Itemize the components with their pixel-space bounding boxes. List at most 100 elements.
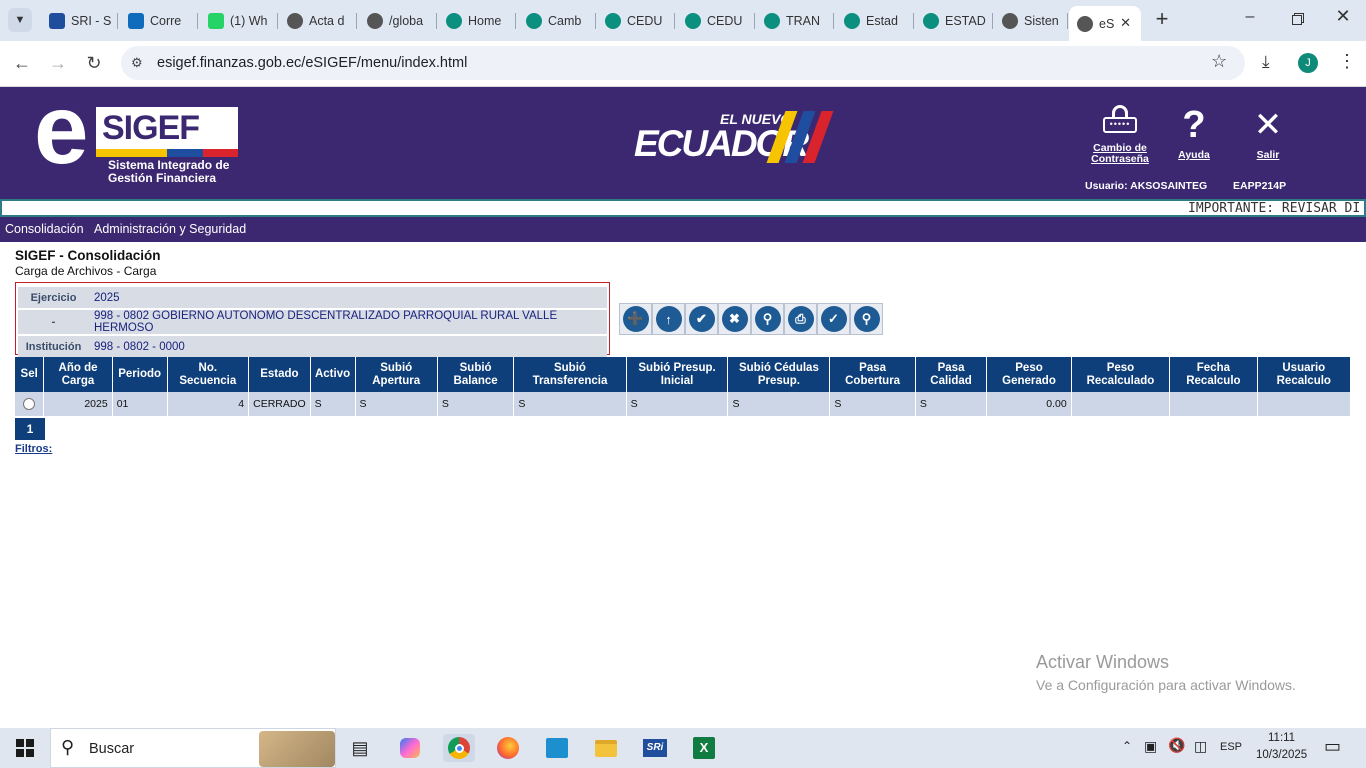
copilot-icon[interactable] (394, 734, 426, 762)
close-window-button[interactable]: ✕ (1326, 6, 1360, 32)
browser-tab[interactable]: CEDU (677, 6, 755, 35)
clock-time[interactable]: 11:11 (1268, 732, 1295, 744)
esigef-logo[interactable]: e SIGEF Sistema Integrado de Gestión Fin… (34, 74, 244, 185)
tab-separator (436, 13, 437, 29)
task-view-icon[interactable]: ▤ (344, 734, 376, 762)
user-label: Usuario: AKSOSAINTEG (1085, 180, 1208, 192)
column-header[interactable]: Subió Presup. Inicial (626, 357, 729, 392)
excel-icon[interactable]: X (688, 734, 720, 762)
back-button[interactable]: ← (11, 53, 33, 74)
browser-tab[interactable]: Acta d (279, 6, 357, 35)
start-button[interactable] (9, 734, 41, 762)
minimize-button[interactable]: – (1230, 8, 1270, 32)
browser-tab[interactable]: eS ✕ (1069, 6, 1141, 41)
column-header[interactable]: Activo (310, 357, 356, 392)
volume-muted-icon[interactable]: 🔇 (1168, 737, 1185, 754)
browser-tab[interactable]: CEDU (597, 6, 675, 35)
chrome-icon[interactable] (443, 734, 475, 762)
browser-tab-label: Estad (866, 13, 898, 28)
browser-menu-icon[interactable]: ⋮ (1338, 51, 1356, 72)
menu-item-consolidacion[interactable]: Consolidación (5, 222, 84, 236)
notifications-icon[interactable]: ▭ (1324, 736, 1341, 757)
exit-link[interactable]: ✕ Salir (1248, 105, 1288, 167)
browser-tab-bar: ▼ SRI - S Corre (1) Wh Acta d/globa Home Camb… (0, 0, 1366, 41)
column-header[interactable]: Subió Cédulas Presup. (727, 357, 831, 392)
password-change-link[interactable]: ••••• Cambio de Contraseña (1088, 105, 1152, 167)
delete-button[interactable]: ✖ (718, 303, 751, 335)
column-header[interactable]: Subió Balance (437, 357, 515, 392)
column-header[interactable]: Estado (248, 357, 311, 392)
column-header[interactable]: Peso Recalculado (1071, 357, 1171, 392)
column-header[interactable]: No. Secuencia (167, 357, 250, 392)
table-cell (1257, 392, 1352, 416)
file-explorer-icon[interactable] (590, 734, 622, 762)
upload-button[interactable]: ↑ (652, 303, 685, 335)
globe-icon (367, 12, 383, 29)
table-cell: S (829, 392, 916, 416)
new-document-button[interactable]: ➕ (619, 303, 652, 335)
column-header[interactable]: Subió Transferencia (513, 357, 627, 392)
browser-tab[interactable]: SRI - S (41, 6, 118, 35)
taskbar-search-box[interactable]: ⚲ Buscar (50, 728, 336, 768)
profile-avatar[interactable]: J (1298, 53, 1318, 73)
browser-tab[interactable]: ESTAD (915, 6, 993, 35)
url-text[interactable]: esigef.finanzas.gob.ec/eSIGEF/menu/index… (157, 55, 467, 71)
browser-tab[interactable]: (1) Wh (200, 6, 278, 35)
column-header[interactable]: Fecha Recalculo (1169, 357, 1258, 392)
new-tab-button[interactable]: + (1150, 8, 1174, 32)
site-settings-icon[interactable]: ⚙ (131, 55, 143, 71)
menu-item-administracion[interactable]: Administración y Seguridad (94, 222, 246, 236)
language-indicator[interactable]: ESP (1220, 741, 1242, 753)
sri-app-icon[interactable]: SRi (639, 734, 671, 762)
approve-button[interactable]: ✓ (817, 303, 850, 335)
row-select-radio[interactable] (23, 398, 36, 411)
column-header[interactable]: Sel (15, 357, 45, 392)
browser-tab[interactable]: /globa (359, 6, 437, 35)
browser-tab[interactable]: Estad (836, 6, 914, 35)
browser-tab[interactable]: Camb (518, 6, 596, 35)
browser-tab[interactable]: Sisten (994, 6, 1068, 35)
column-header[interactable]: Usuario Recalculo (1257, 357, 1352, 392)
column-header[interactable]: Año de Carga (43, 357, 113, 392)
reload-button[interactable]: ↻ (83, 53, 105, 74)
bookmark-star-icon[interactable]: ☆ (1211, 51, 1227, 72)
tray-chevron-up-icon[interactable]: ⌃ (1122, 739, 1132, 753)
print-button[interactable]: ⎙ (784, 303, 817, 335)
column-header[interactable]: Pasa Cobertura (829, 357, 916, 392)
browser-tab[interactable]: Home (438, 6, 516, 35)
validate-grid-button[interactable]: ✔ (685, 303, 718, 335)
close-tab-icon[interactable]: ✕ (1120, 15, 1131, 31)
firefox-icon[interactable] (492, 734, 524, 762)
restore-button[interactable] (1280, 8, 1314, 32)
column-header[interactable]: Subió Apertura (355, 357, 438, 392)
main-menu: Consolidación Administración y Seguridad (0, 217, 1366, 242)
gear-icon (526, 12, 542, 29)
table-cell: S (727, 392, 831, 416)
help-link[interactable]: ? Ayuda (1174, 105, 1214, 167)
search-button[interactable]: ⚲ (850, 303, 883, 335)
clock-date[interactable]: 10/3/2025 (1256, 749, 1307, 761)
omnibox[interactable]: ⚙ esigef.finanzas.gob.ec/eSIGEF/menu/ind… (121, 46, 1245, 80)
pager-page-button[interactable]: 1 (15, 418, 45, 440)
network-icon[interactable]: ▣ (1144, 738, 1157, 755)
search-document-button[interactable]: ⚲ (751, 303, 784, 335)
windows-activation-title: Activar Windows (1036, 652, 1170, 672)
entity-value: 998 - 0802 GOBIERNO AUTONOMO DESCENTRALI… (89, 310, 607, 334)
column-header[interactable]: Periodo (112, 357, 168, 392)
forward-button[interactable]: → (47, 53, 69, 74)
filters-link[interactable]: Filtros: (15, 443, 52, 455)
table-cell: 2025 (43, 392, 113, 416)
browser-tab[interactable]: Corre (120, 6, 198, 35)
browser-tab[interactable]: TRAN (756, 6, 834, 35)
browser-tab-label: Camb (548, 13, 582, 28)
approve-icon: ✓ (820, 306, 847, 332)
column-header[interactable]: Peso Generado (986, 357, 1072, 392)
display-icon[interactable]: ◫ (1194, 738, 1207, 755)
gear-icon (923, 12, 939, 29)
table-row[interactable]: 2025 01 4 CERRADO S S S S S S S S 0.00 (15, 392, 1352, 416)
column-header[interactable]: Pasa Calidad (915, 357, 988, 392)
remote-app-icon[interactable] (541, 734, 573, 762)
tab-search-button[interactable]: ▼ (8, 8, 32, 32)
download-icon[interactable]: ⤓ (1262, 52, 1270, 72)
row-select-cell[interactable] (15, 392, 45, 416)
